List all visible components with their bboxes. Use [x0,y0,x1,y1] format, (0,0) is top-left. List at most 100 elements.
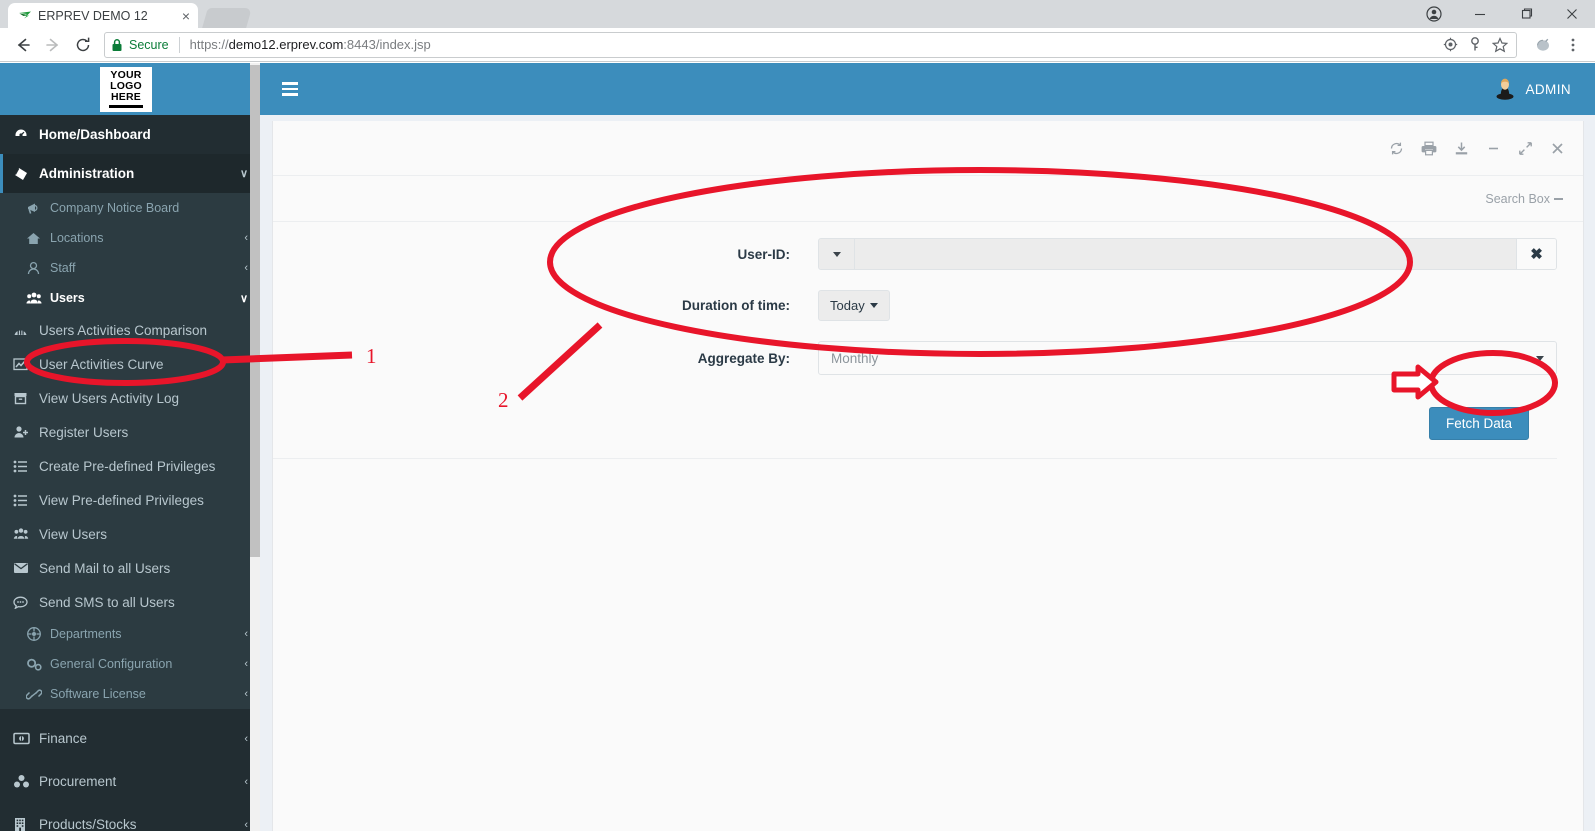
user-activities-curve-panel: Search Box User-ID: ✖ Duration of time: … [272,121,1584,831]
user-avatar-icon [1493,77,1517,101]
key-icon[interactable] [1468,37,1482,52]
sidebar-item-register-users[interactable]: Register Users [0,415,260,449]
sidebar-nav: Home/Dashboard Administration ∨ Company … [0,115,260,831]
sidebar-item-software-license[interactable]: Software License ‹ [0,679,260,709]
sidebar-item-label: Company Notice Board [50,201,180,215]
chevron-down-icon [869,303,878,308]
sidebar-item-view-pre-defined-privileges[interactable]: View Pre-defined Privileges [0,483,260,517]
sidebar-item-users[interactable]: Users ∨ [0,283,260,313]
building-icon [13,817,39,831]
sidebar-item-label: Staff [50,261,76,275]
user-id-select[interactable]: ✖ [818,238,1557,270]
sidebar-item-products-stocks[interactable]: Products/Stocks ‹ [0,803,260,831]
new-tab-button[interactable] [202,8,252,28]
aggregate-control: Monthly [818,341,1557,375]
sidebar-item-label: Software License [50,687,146,701]
sidebar-item-general-configuration[interactable]: General Configuration ‹ [0,649,260,679]
tab-close-icon[interactable]: × [180,9,192,23]
window-minimize-icon[interactable] [1457,0,1503,28]
sidebar-item-label: Register Users [39,424,129,440]
refresh-icon[interactable] [1389,141,1404,156]
download-icon[interactable] [1454,141,1469,156]
duration-control: Today [818,290,1557,321]
forward-arrow-icon[interactable] [38,30,68,60]
sidebar-item-view-users-activity-log[interactable]: View Users Activity Log [0,381,260,415]
app-logo[interactable]: YOUR LOGO HERE [100,66,152,112]
sidebar-item-finance[interactable]: Finance ‹ [0,717,260,760]
chevron-down-icon [1536,355,1544,361]
sidebar-item-locations[interactable]: Locations ‹ [0,223,260,253]
window-maximize-icon[interactable] [1503,0,1549,28]
home-icon [26,231,50,246]
sidebar-submenu-administration: Company Notice Board Locations ‹ Staff ‹… [0,193,260,709]
aggregate-row: Aggregate By: Monthly [273,341,1557,375]
user-id-input[interactable] [855,239,1516,269]
sidebar-item-label: View Pre-defined Privileges [39,492,204,508]
minimize-icon[interactable] [1486,141,1501,156]
sidebar-logo-band: YOUR LOGO HERE [0,63,260,115]
sidebar-item-send-mail-to-all-users[interactable]: Send Mail to all Users [0,551,260,585]
bird-favicon [18,9,32,23]
extension-icon[interactable] [1529,31,1557,59]
sidebar-item-administration[interactable]: Administration ∨ [0,154,260,193]
sidebar-item-label: Send Mail to all Users [39,560,171,576]
back-arrow-icon[interactable] [8,30,38,60]
close-icon[interactable] [1550,141,1565,156]
list-icon [13,460,39,473]
user-id-control: ✖ [818,238,1557,270]
fetch-data-button[interactable]: Fetch Data [1428,407,1529,440]
reload-icon[interactable] [68,30,98,60]
gears-icon [26,657,50,672]
link-icon [26,687,50,702]
sidebar-item-home-dashboard[interactable]: Home/Dashboard [0,115,260,154]
aggregate-select[interactable]: Monthly [818,341,1557,375]
sidebar-item-create-pre-defined-privileges[interactable]: Create Pre-defined Privileges [0,449,260,483]
three-dot-menu-icon[interactable] [1559,31,1587,59]
expand-icon[interactable] [1518,141,1533,156]
sidebar-item-users-activities-comparison[interactable]: Users Activities Comparison [0,313,260,347]
sidebar-item-procurement[interactable]: Procurement ‹ [0,760,260,803]
clear-user-id-button[interactable]: ✖ [1516,239,1556,269]
sidebar-item-user-activities-curve[interactable]: User Activities Curve [0,347,260,381]
profile-icon[interactable] [1411,0,1457,28]
url-scheme: https:// [189,37,229,52]
dashboard-icon [13,127,39,143]
browser-tab[interactable]: ERPREV DEMO 12 × [8,3,198,28]
content-area: Search Box User-ID: ✖ Duration of time: … [272,121,1584,831]
hamburger-menu-icon[interactable] [260,82,314,96]
sidebar-item-company-notice-board[interactable]: Company Notice Board [0,193,260,223]
sidebar-scrollbar-thumb[interactable] [250,65,260,557]
sidebar-item-label: User Activities Curve [39,356,164,372]
users-group-icon [26,291,50,306]
collapse-dash-icon [1554,197,1563,200]
sidebar-item-view-users[interactable]: View Users [0,517,260,551]
sidebar-item-departments[interactable]: Departments ‹ [0,619,260,649]
location-target-icon[interactable] [1443,37,1458,52]
sidebar-item-label: Finance [39,731,88,746]
sidebar-item-send-sms-to-all-users[interactable]: Send SMS to all Users [0,585,260,619]
print-icon[interactable] [1421,141,1437,156]
browser-window: ERPREV DEMO 12 × Secure https:// demo12.… [0,0,1595,831]
users-group-icon [13,527,39,541]
omnibox-icons [1443,36,1510,53]
money-icon [13,732,39,745]
chevron-down-icon[interactable] [819,239,855,269]
sidebar-item-staff[interactable]: Staff ‹ [0,253,260,283]
search-box-row: Search Box [273,176,1583,222]
sidebar-item-label: General Configuration [50,657,173,671]
chevron-left-icon: ‹ [244,688,248,700]
sidebar-item-label: Procurement [39,774,117,789]
address-bar[interactable]: Secure https://demo12.erprev.com:8443/in… [104,31,1517,58]
sidebar-item-label: Departments [50,627,122,641]
search-box-toggle[interactable]: Search Box [1485,192,1563,206]
window-close-icon[interactable] [1549,0,1595,28]
megaphone-icon [26,201,50,216]
duration-dropdown-button[interactable]: Today [818,290,890,321]
sidebar-item-label: View Users Activity Log [39,390,180,406]
star-icon[interactable] [1492,36,1508,53]
sitemap-icon [26,626,50,642]
duration-value: Today [830,298,865,313]
sidebar-item-label: Locations [50,231,104,245]
logo-underline [109,105,143,109]
topbar-user-area[interactable]: ADMIN [1493,77,1595,101]
